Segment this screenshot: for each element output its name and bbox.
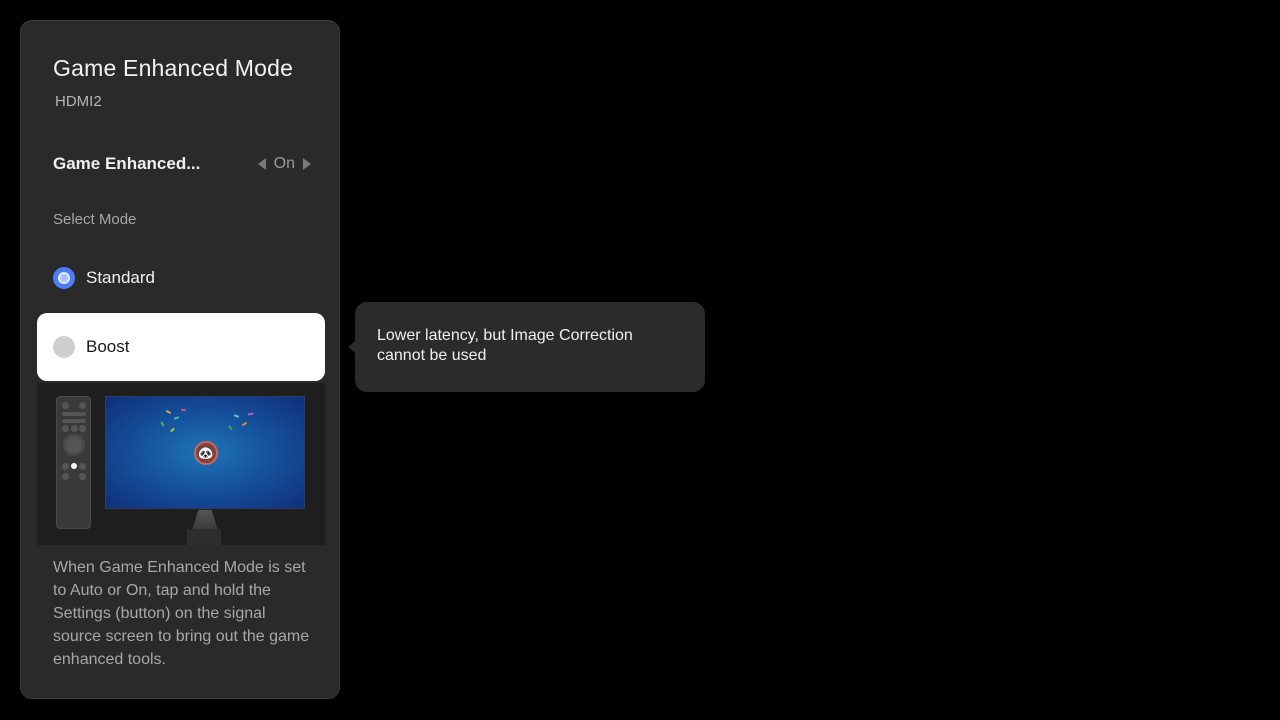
mode-option-label: Standard xyxy=(86,268,155,287)
radio-selected-icon xyxy=(53,267,75,289)
tooltip-pointer xyxy=(348,341,355,353)
tooltip-text: Lower latency, but Image Correction cann… xyxy=(377,327,633,364)
panel-title: Game Enhanced Mode xyxy=(53,55,294,81)
radio-unselected-icon xyxy=(53,336,75,358)
chevron-right-icon[interactable] xyxy=(303,158,311,170)
chevron-left-icon[interactable] xyxy=(257,158,266,170)
input-source-label: HDMI2 xyxy=(55,93,102,110)
help-description: When Game Enhanced Mode is set to Auto o… xyxy=(53,559,310,668)
mode-option-standard[interactable]: Standard xyxy=(37,244,325,312)
remote-icon xyxy=(56,396,91,529)
mode-option-boost[interactable]: Boost xyxy=(37,313,325,381)
game-enhanced-mode-setting[interactable]: Game Enhanced... On xyxy=(53,149,311,179)
tv-screen: 🐼 xyxy=(105,396,305,509)
setting-value: On xyxy=(273,155,295,172)
settings-button-highlight xyxy=(71,463,77,469)
setting-value-selector: On xyxy=(257,155,311,173)
select-mode-heading: Select Mode xyxy=(53,211,137,228)
mode-option-label: Boost xyxy=(86,337,130,356)
remote-and-tv-illustration: 🐼 xyxy=(37,383,325,545)
mode-info-tooltip: Lower latency, but Image Correction cann… xyxy=(348,302,705,392)
game-character-icon: 🐼 xyxy=(194,441,218,465)
setting-label: Game Enhanced... xyxy=(53,154,201,173)
game-enhanced-mode-panel: Game Enhanced Mode HDMI2 Game Enhanced..… xyxy=(20,20,340,699)
